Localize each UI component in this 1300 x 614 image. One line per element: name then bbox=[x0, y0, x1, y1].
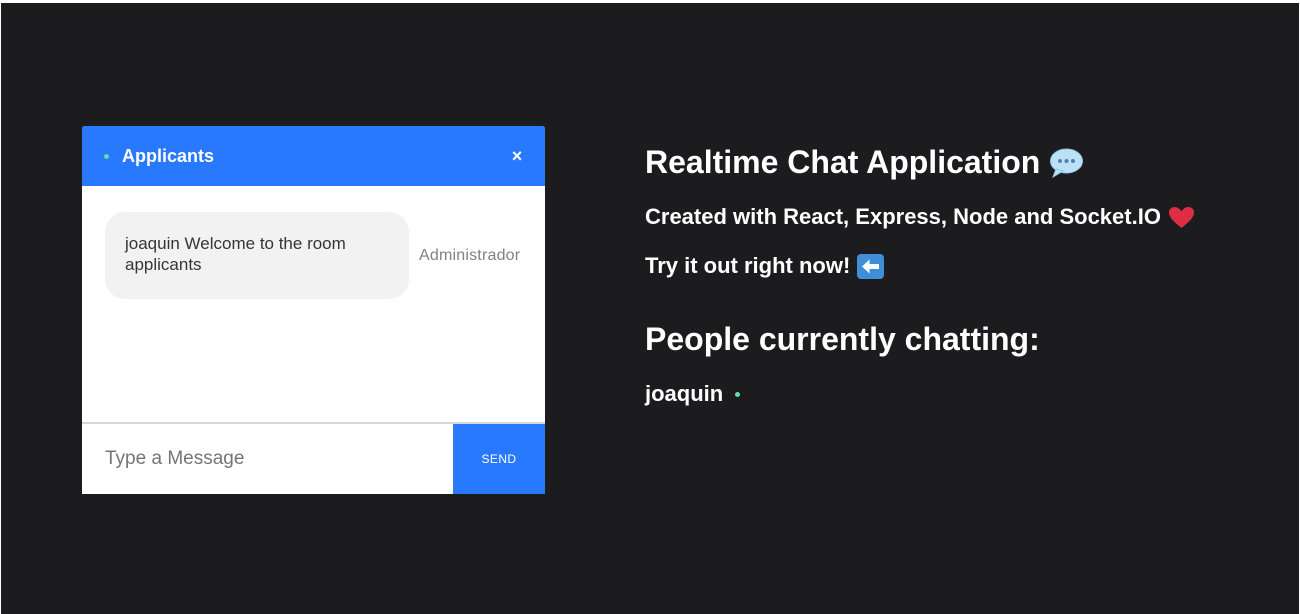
message-composer: SEND bbox=[82, 424, 545, 494]
call-to-action-text: Try it out right now! bbox=[645, 253, 851, 278]
send-button[interactable]: SEND bbox=[453, 424, 545, 494]
chat-header: Applicants × bbox=[82, 126, 545, 186]
messages-list[interactable]: joaquin Welcome to the room applicants A… bbox=[82, 186, 545, 424]
heart-icon bbox=[1168, 206, 1195, 229]
subtitle-text: Created with React, Express, Node and So… bbox=[645, 204, 1161, 229]
page-title-text: Realtime Chat Application bbox=[645, 144, 1041, 180]
chat-window: Applicants × joaquin Welcome to the room… bbox=[82, 126, 545, 494]
people-heading: People currently chatting: bbox=[645, 321, 1040, 357]
left-arrow-icon bbox=[857, 253, 885, 279]
close-icon[interactable]: × bbox=[509, 147, 525, 165]
call-to-action: Try it out right now! bbox=[645, 253, 885, 279]
speech-bubble-icon bbox=[1049, 148, 1084, 178]
active-user-name: joaquin bbox=[645, 381, 724, 406]
message-sender: Administrador bbox=[419, 246, 521, 264]
online-dot-icon bbox=[735, 391, 741, 397]
page-title: Realtime Chat Application bbox=[645, 144, 1084, 181]
online-dot-icon bbox=[104, 153, 109, 159]
message: joaquin Welcome to the room applicants A… bbox=[105, 212, 545, 299]
active-user: joaquin bbox=[645, 381, 741, 407]
room-name: Applicants bbox=[122, 145, 215, 166]
subtitle: Created with React, Express, Node and So… bbox=[645, 204, 1195, 230]
message-bubble: joaquin Welcome to the room applicants bbox=[105, 212, 409, 299]
message-input[interactable] bbox=[82, 424, 453, 494]
